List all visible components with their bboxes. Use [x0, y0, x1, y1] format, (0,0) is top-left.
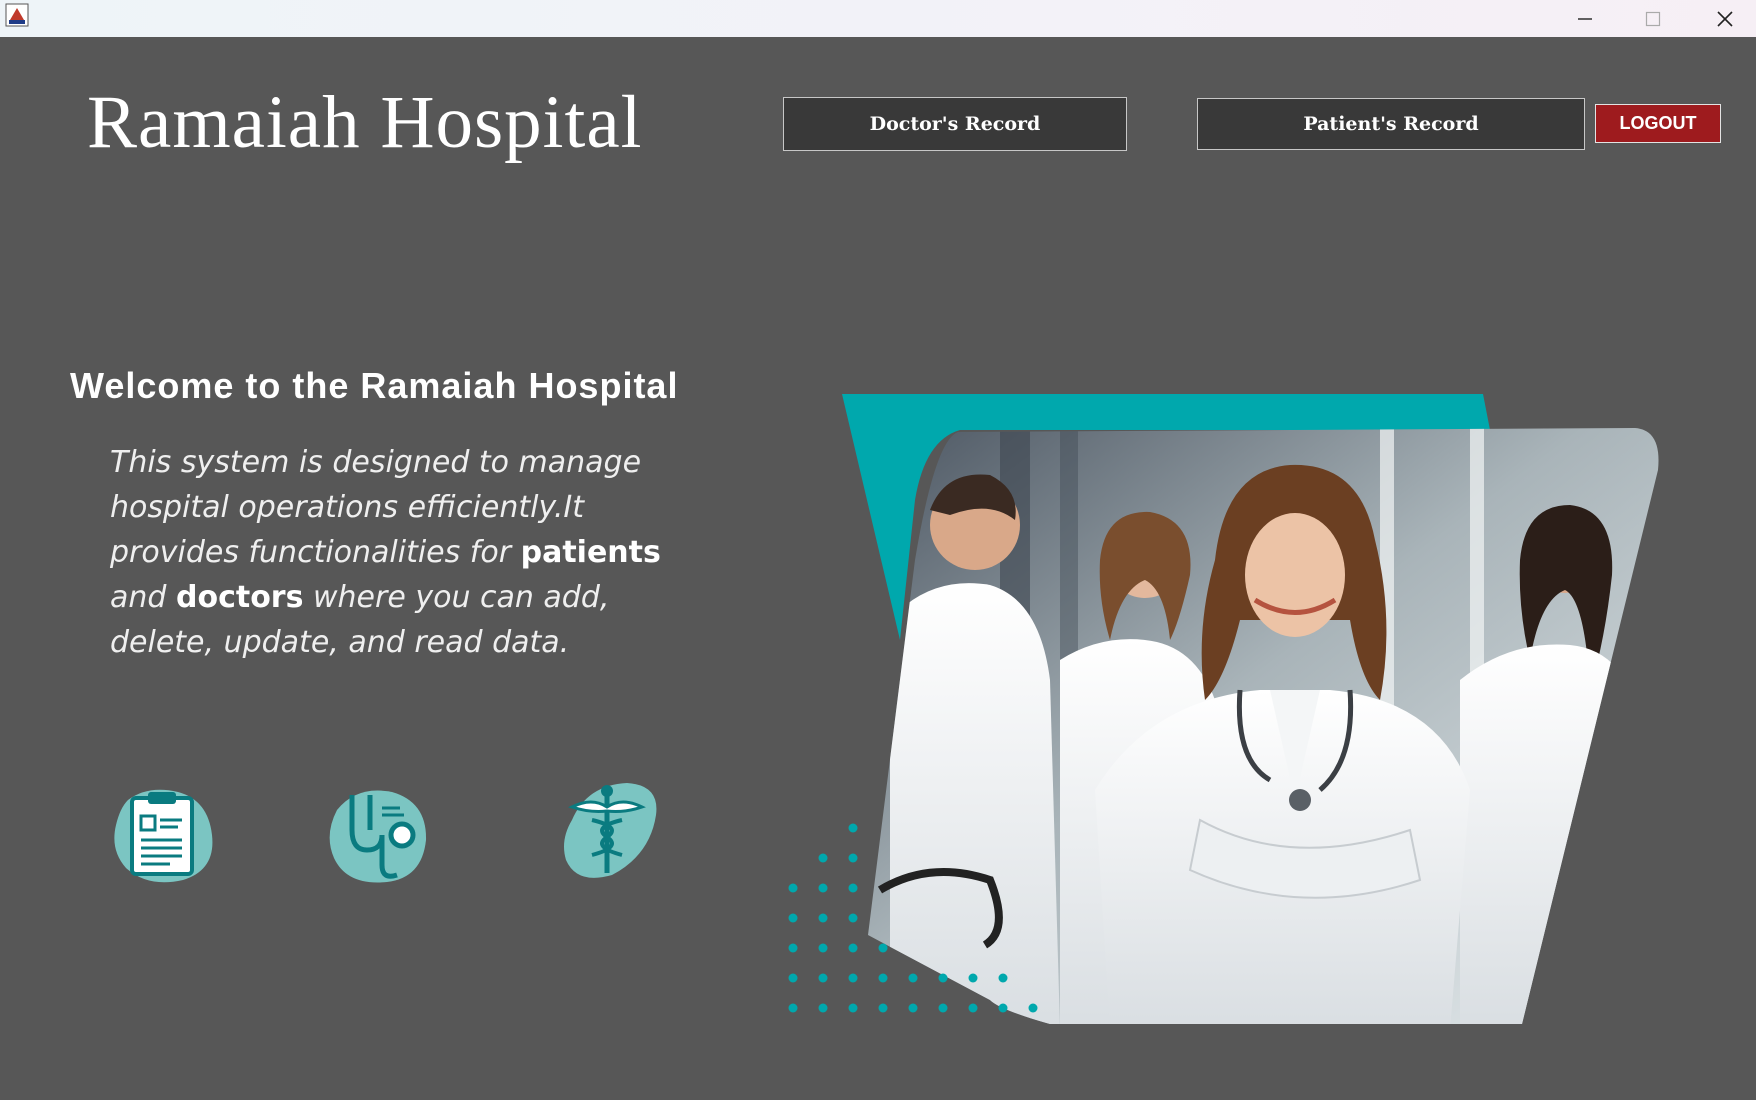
stethoscope-icon: [322, 780, 432, 890]
maximize-icon[interactable]: [1618, 0, 1688, 37]
hospital-brand-title: Ramaiah Hospital: [87, 81, 643, 164]
dot: [788, 943, 798, 953]
dot: [878, 943, 888, 953]
caduceus-icon: [552, 775, 662, 885]
dot: [818, 913, 828, 923]
dot: [788, 1003, 798, 1013]
dot: [848, 883, 858, 893]
close-icon[interactable]: [1690, 0, 1756, 37]
java-coffee-icon: [4, 2, 30, 28]
teal-accent-shape: [842, 394, 1490, 640]
description-emphasis-doctors: doctors: [175, 580, 304, 615]
dot: [788, 883, 798, 893]
dot: [998, 973, 1008, 983]
system-description: This system is designed to manage hospit…: [110, 440, 710, 665]
dot: [848, 823, 858, 833]
dot: [848, 1003, 858, 1013]
dot: [1028, 1003, 1038, 1013]
minimize-icon[interactable]: [1550, 0, 1620, 37]
description-emphasis-patients: patients: [520, 535, 661, 570]
clipboard-icon: [108, 780, 218, 890]
dot: [848, 973, 858, 983]
dot: [818, 973, 828, 983]
dot: [938, 973, 948, 983]
dot: [818, 853, 828, 863]
dot: [998, 1003, 1008, 1013]
logout-button[interactable]: LOGOUT: [1595, 104, 1721, 143]
dot: [878, 1003, 888, 1013]
dot: [968, 1003, 978, 1013]
dot: [788, 913, 798, 923]
doctors-record-button[interactable]: Doctor's Record: [783, 97, 1127, 151]
dot: [848, 913, 858, 923]
description-text: and: [110, 580, 176, 615]
dot: [818, 883, 828, 893]
dot: [788, 973, 798, 983]
dot-pattern-decoration: [788, 823, 1038, 1013]
dot: [908, 973, 918, 983]
dot: [848, 853, 858, 863]
dot: [848, 943, 858, 953]
dot: [908, 1003, 918, 1013]
dot: [968, 973, 978, 983]
patients-record-button[interactable]: Patient's Record: [1197, 98, 1585, 150]
dot: [818, 1003, 828, 1013]
dot: [878, 973, 888, 983]
welcome-heading: Welcome to the Ramaiah Hospital: [70, 365, 679, 406]
dot: [938, 1003, 948, 1013]
window-titlebar: [0, 0, 1756, 37]
dot: [818, 943, 828, 953]
